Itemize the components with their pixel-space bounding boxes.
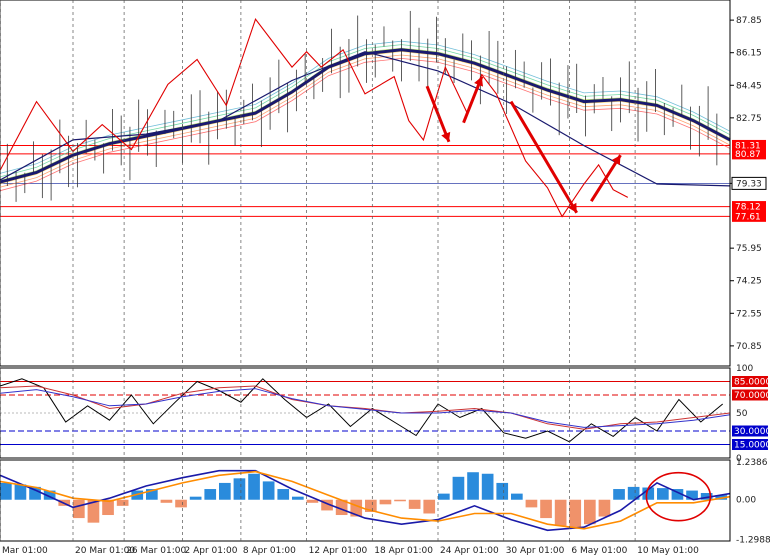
x-tick-label: 18 Apr 01:00 xyxy=(374,546,433,556)
y-tick-label: 84.45 xyxy=(736,81,762,91)
y-tick-label: 87.85 xyxy=(736,16,762,26)
macd-histogram-bar xyxy=(554,499,567,526)
osc-level-label: 15.0000 xyxy=(734,441,770,451)
macd-y-label: 0.00 xyxy=(736,496,756,506)
osc-level-label: 30.0000 xyxy=(734,427,770,437)
macd-histogram-bar xyxy=(189,496,202,500)
x-tick-label: 10 May 01:00 xyxy=(637,546,699,556)
oscillator-panel: 10085.000070.00005030.000015.00000 xyxy=(0,364,770,464)
x-tick-label: 24 Apr 01:00 xyxy=(440,546,499,556)
macd-histogram-bar xyxy=(379,499,392,505)
macd-histogram-bar xyxy=(116,499,129,506)
macd-histogram-bar xyxy=(102,499,114,516)
macd-histogram-bar xyxy=(233,478,246,500)
macd-histogram-bar xyxy=(292,496,304,500)
macd-histogram-bar xyxy=(306,499,319,503)
macd-panel: 1.2386 0.00 -1.2988 xyxy=(0,458,770,545)
x-tick-label: 30 Apr 01:00 xyxy=(506,546,565,556)
osc-level-label: 70.0000 xyxy=(734,391,770,401)
macd-y-label: 1.2386 xyxy=(736,458,768,468)
macd-histogram-bar xyxy=(540,499,552,519)
y-tick-label: 70.85 xyxy=(736,342,762,352)
macd-histogram-bar xyxy=(511,493,523,500)
macd-histogram-bar xyxy=(0,482,12,500)
macd-histogram-bar xyxy=(175,499,187,508)
level-label: 77.61 xyxy=(735,212,761,222)
macd-histogram-bar xyxy=(598,499,611,517)
osc-level-label: 85.0000 xyxy=(734,378,770,388)
trend-arrow xyxy=(509,100,578,214)
macd-y-label: -1.2988 xyxy=(736,535,770,545)
macd-histogram-bar xyxy=(657,488,669,500)
macd-histogram-bar xyxy=(160,499,173,503)
y-tick-label: 79.33 xyxy=(736,179,762,189)
osc-line xyxy=(0,385,731,430)
macd-histogram-bar xyxy=(481,473,494,500)
chart-svg: 87.85 86.15 84.45 82.75 79.33 75.95 74.25 72.55… xyxy=(0,0,770,556)
y-tick-label: 74.25 xyxy=(736,277,762,287)
macd-histogram-bar xyxy=(569,499,582,529)
macd-histogram-bar xyxy=(219,482,231,500)
osc-line xyxy=(0,378,724,443)
macd-histogram-bar xyxy=(408,499,421,509)
osc-y-label: 50 xyxy=(736,409,748,419)
macd-histogram-bar xyxy=(204,489,217,500)
x-tick-label: 8 Apr 01:00 xyxy=(243,546,296,556)
macd-histogram-bar xyxy=(423,499,436,514)
macd-histogram-bar xyxy=(496,482,509,500)
macd-histogram-bar xyxy=(277,489,290,500)
x-tick-label: 2 Apr 01:00 xyxy=(185,546,238,556)
y-tick-label: 86.15 xyxy=(736,49,762,59)
macd-histogram-bar xyxy=(394,499,406,502)
x-tick-label: Mar 01:00 xyxy=(2,546,48,556)
x-tick-label: 6 May 01:00 xyxy=(571,546,627,556)
y-tick-label: 72.55 xyxy=(736,309,762,319)
macd-histogram-bar xyxy=(262,481,275,500)
zigzag-line xyxy=(0,18,629,218)
macd-histogram-bar xyxy=(452,476,465,500)
macd-histogram-bar xyxy=(584,499,596,525)
macd-histogram-bar xyxy=(467,472,479,500)
macd-histogram-bar xyxy=(14,484,27,500)
y-tick-label: 82.75 xyxy=(736,114,762,124)
osc-y-label: 100 xyxy=(736,364,753,374)
macd-histogram-bar xyxy=(525,499,538,508)
x-tick-label: 26 Mar 01:00 xyxy=(126,546,186,556)
y-tick-label: 75.95 xyxy=(736,244,762,254)
macd-histogram-bar xyxy=(613,489,625,500)
macd-histogram-bar xyxy=(73,499,85,519)
macd-histogram-bar xyxy=(248,473,260,500)
macd-histogram-bar xyxy=(438,493,450,500)
level-label: 80.87 xyxy=(735,150,761,160)
price-panel: 87.85 86.15 84.45 82.75 79.33 75.95 74.25 72.55… xyxy=(0,10,767,352)
x-tick-label: 12 Apr 01:00 xyxy=(309,546,368,556)
